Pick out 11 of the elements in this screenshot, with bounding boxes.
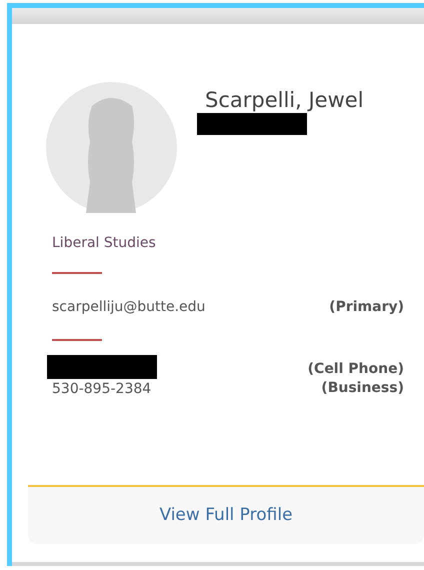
email-type: (Primary) — [329, 298, 404, 316]
divider — [52, 272, 102, 274]
phone-number: 530-895-2384 — [52, 380, 152, 398]
email-address: scarpelliju@butte.edu — [52, 298, 206, 316]
person-name: Scarpelli, Jewel — [205, 87, 364, 113]
department: Liberal Studies — [52, 234, 157, 252]
divider — [52, 339, 102, 341]
avatar-icon — [46, 82, 177, 213]
view-full-profile-link[interactable]: View Full Profile — [159, 502, 293, 528]
phone-type: (Cell Phone) — [308, 360, 404, 378]
phone-type: (Business) — [321, 379, 404, 397]
